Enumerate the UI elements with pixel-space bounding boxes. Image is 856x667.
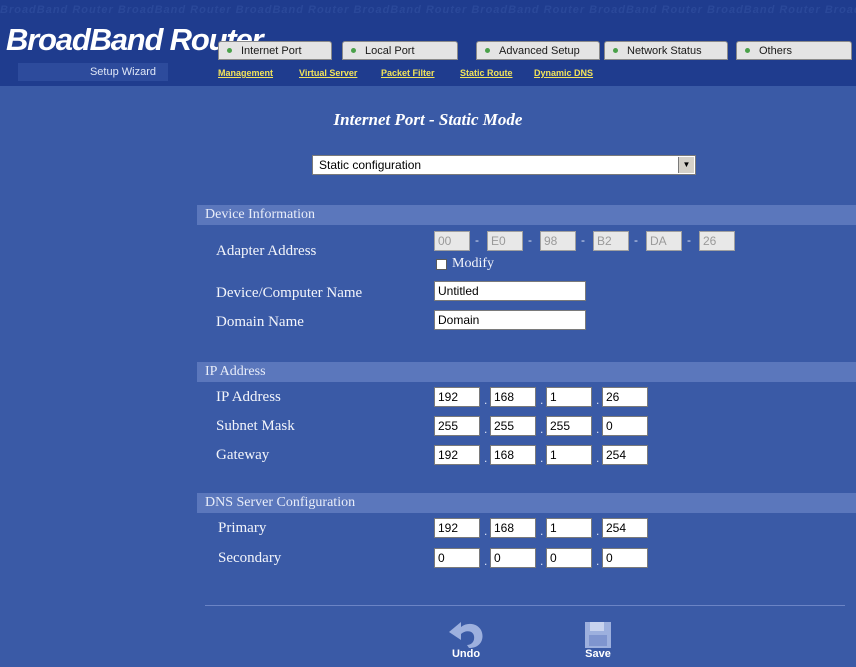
- save-button[interactable]: Save: [575, 618, 621, 664]
- ip-dot: .: [596, 451, 600, 465]
- tab-others[interactable]: Others: [736, 41, 852, 60]
- dns-secondary-octet-4[interactable]: 0: [602, 548, 648, 568]
- tab-label: Local Port: [365, 45, 415, 57]
- mask-octet-3[interactable]: 255: [546, 416, 592, 436]
- bullet-icon: [485, 47, 490, 53]
- gateway-octet-1[interactable]: 192: [434, 445, 480, 465]
- undo-icon: [449, 622, 483, 648]
- tab-label: Internet Port: [241, 45, 302, 57]
- header-bar: BroadBand Router BroadBand Router BroadB…: [0, 0, 856, 86]
- ip-dot: .: [596, 393, 600, 407]
- sublink-packet-filter[interactable]: Packet Filter: [381, 68, 435, 78]
- tab-network-status[interactable]: Network Status: [604, 41, 728, 60]
- mac-separator: -: [687, 233, 691, 247]
- page-title: Internet Port - Static Mode: [333, 110, 523, 129]
- mode-select-value: Static configuration: [319, 158, 422, 172]
- dns-secondary-label: Secondary: [218, 550, 282, 566]
- mac-octet-6: 26: [699, 231, 735, 251]
- tab-local-port[interactable]: Local Port: [342, 41, 458, 60]
- gateway-octet-2[interactable]: 168: [490, 445, 536, 465]
- ip-dot: .: [596, 524, 600, 538]
- gateway-octet-3[interactable]: 1: [546, 445, 592, 465]
- mac-separator: -: [475, 233, 479, 247]
- dns-primary-octet-4[interactable]: 254: [602, 518, 648, 538]
- save-label: Save: [585, 648, 611, 660]
- dns-secondary-octet-1[interactable]: 0: [434, 548, 480, 568]
- section-ip-address: IP Address: [197, 362, 856, 382]
- ip-dot: .: [596, 422, 600, 436]
- mode-select[interactable]: Static configuration ▼: [312, 155, 696, 175]
- gateway-octet-4[interactable]: 254: [602, 445, 648, 465]
- tab-label: Others: [759, 45, 793, 57]
- sublink-static-route[interactable]: Static Route: [460, 68, 513, 78]
- dropdown-arrow-icon[interactable]: ▼: [678, 157, 694, 173]
- dns-primary-label: Primary: [218, 520, 267, 536]
- dns-primary-octet-3[interactable]: 1: [546, 518, 592, 538]
- mac-octet-3: 98: [540, 231, 576, 251]
- undo-button[interactable]: Undo: [443, 618, 489, 664]
- modify-label: Modify: [452, 256, 494, 271]
- ip-dot: .: [540, 451, 544, 465]
- ip-dot: .: [484, 524, 488, 538]
- tab-label: Advanced Setup: [499, 45, 580, 57]
- mac-octet-2: E0: [487, 231, 523, 251]
- domain-name-label: Domain Name: [216, 314, 304, 330]
- mask-octet-2[interactable]: 255: [490, 416, 536, 436]
- bullet-icon: [745, 47, 750, 53]
- ip-dot: .: [540, 393, 544, 407]
- dns-secondary-octet-2[interactable]: 0: [490, 548, 536, 568]
- gateway-label: Gateway: [216, 447, 270, 463]
- ip-dot: .: [484, 422, 488, 436]
- ip-dot: .: [540, 554, 544, 568]
- ip-address-label: IP Address: [216, 389, 281, 405]
- mac-separator: -: [581, 233, 585, 247]
- domain-name-input[interactable]: Domain: [434, 310, 586, 330]
- modify-checkbox[interactable]: [436, 259, 447, 270]
- tab-internet-port[interactable]: Internet Port: [218, 41, 332, 60]
- ip-dot: .: [484, 393, 488, 407]
- sublink-dynamic-dns[interactable]: Dynamic DNS: [534, 68, 593, 78]
- mac-separator: -: [634, 233, 638, 247]
- sublink-virtual-server[interactable]: Virtual Server: [299, 68, 357, 78]
- footer-divider: [205, 605, 845, 606]
- ip-dot: .: [596, 554, 600, 568]
- mac-octet-4: B2: [593, 231, 629, 251]
- ip-dot: .: [540, 524, 544, 538]
- bullet-icon: [351, 47, 356, 53]
- subnet-mask-label: Subnet Mask: [216, 418, 295, 434]
- ip-octet-3[interactable]: 1: [546, 387, 592, 407]
- tab-label: Network Status: [627, 45, 702, 57]
- ip-octet-1[interactable]: 192: [434, 387, 480, 407]
- setup-wizard-link[interactable]: Setup Wizard: [18, 63, 168, 81]
- device-name-label: Device/Computer Name: [216, 285, 363, 301]
- mask-octet-1[interactable]: 255: [434, 416, 480, 436]
- dns-primary-octet-1[interactable]: 192: [434, 518, 480, 538]
- ip-dot: .: [540, 422, 544, 436]
- mac-octet-1: 00: [434, 231, 470, 251]
- bullet-icon: [613, 47, 618, 53]
- sublink-management[interactable]: Management: [218, 68, 273, 78]
- ip-dot: .: [484, 451, 488, 465]
- adapter-address-label: Adapter Address: [216, 243, 317, 259]
- mac-separator: -: [528, 233, 532, 247]
- ip-octet-4[interactable]: 26: [602, 387, 648, 407]
- dns-primary-octet-2[interactable]: 168: [490, 518, 536, 538]
- ip-octet-2[interactable]: 168: [490, 387, 536, 407]
- section-dns-server: DNS Server Configuration: [197, 493, 856, 513]
- dns-secondary-octet-3[interactable]: 0: [546, 548, 592, 568]
- bullet-icon: [227, 47, 232, 53]
- tab-advanced-setup[interactable]: Advanced Setup: [476, 41, 600, 60]
- ip-dot: .: [484, 554, 488, 568]
- save-icon: [585, 622, 611, 648]
- mask-octet-4[interactable]: 0: [602, 416, 648, 436]
- mac-octet-5: DA: [646, 231, 682, 251]
- device-name-input[interactable]: Untitled: [434, 281, 586, 301]
- undo-label: Undo: [451, 648, 481, 660]
- section-device-information: Device Information: [197, 205, 856, 225]
